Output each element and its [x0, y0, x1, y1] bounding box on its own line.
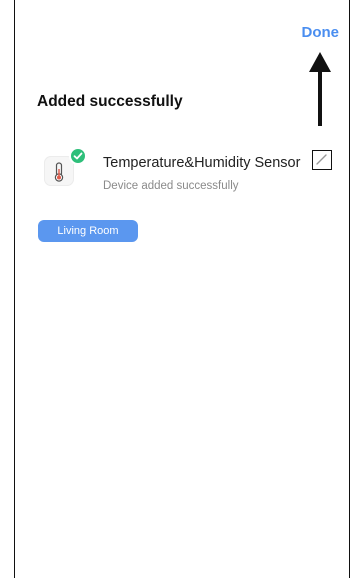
done-button[interactable]: Done	[302, 24, 340, 41]
device-name: Temperature&Humidity Sensor	[103, 155, 301, 171]
app-frame: Done Added successfully Temperature&Humi…	[14, 0, 350, 578]
page-title: Added successfully	[37, 93, 183, 110]
room-chip-living-room[interactable]: Living Room	[38, 220, 138, 242]
edit-name-button[interactable]	[312, 150, 332, 170]
pencil-icon	[316, 154, 327, 165]
success-badge	[69, 147, 87, 165]
device-status: Device added successfully	[103, 180, 239, 192]
annotation-arrow-icon	[309, 52, 331, 126]
check-icon	[73, 152, 83, 160]
